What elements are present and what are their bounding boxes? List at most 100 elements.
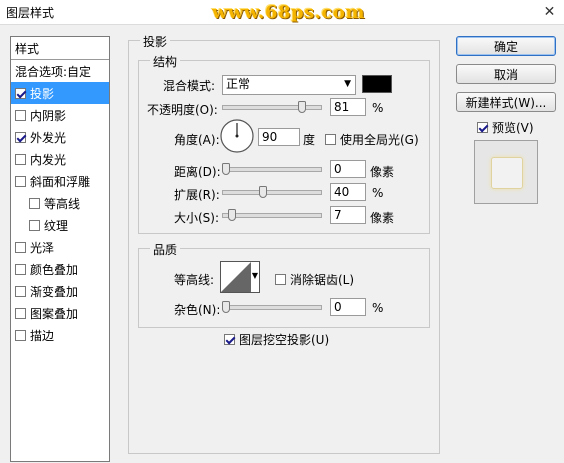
size-slider[interactable] [222,209,322,221]
sidebar-item[interactable]: 外发光 [11,126,109,148]
spread-slider-thumb[interactable] [259,186,267,198]
sidebar-item-label: 混合选项:自定 [15,64,92,79]
distance-label: 距离(D): [174,165,221,179]
sidebar-item-label: 纹理 [44,218,69,233]
sidebar-item-checkbox[interactable] [15,109,26,121]
sidebar-item-checkbox[interactable] [15,241,26,253]
sidebar-item[interactable]: 混合选项:自定 [11,60,109,82]
opacity-input[interactable]: 81 [330,98,366,116]
sidebar-item-checkbox[interactable] [15,175,26,187]
noise-input[interactable]: 0 [330,298,366,316]
style-list-header-label: 样式 [15,41,40,56]
contour-curve-icon [221,262,251,292]
window-title: 图层样式 [6,6,55,20]
sidebar-item-label: 斜面和浮雕 [30,174,91,189]
shadow-color-swatch[interactable] [362,75,392,93]
angle-dial[interactable] [219,118,255,154]
contour-label: 等高线: [174,273,215,287]
sidebar-item-checkbox[interactable] [15,131,26,143]
noise-slider-thumb[interactable] [222,301,230,313]
sidebar-item-label: 渐变叠加 [30,284,79,299]
blend-mode-label: 混合模式: [163,79,216,93]
sidebar-item-checkbox[interactable] [15,307,26,319]
distance-slider-thumb[interactable] [222,163,230,175]
opacity-unit: % [372,101,384,115]
spread-label: 扩展(R): [174,188,220,202]
noise-unit: % [372,301,384,315]
sidebar-item[interactable]: 斜面和浮雕 [11,170,109,192]
angle-input[interactable]: 90 [258,128,300,146]
distance-input[interactable]: 0 [330,160,366,178]
spread-slider[interactable] [222,186,322,198]
cancel-button[interactable]: 取消 [456,64,556,84]
sidebar-item-label: 投影 [30,86,55,101]
preview-checkbox[interactable]: 预览(V) [477,119,534,136]
opacity-slider-thumb[interactable] [298,101,306,113]
global-light-checkbox-box[interactable] [325,134,336,145]
sidebar-item[interactable]: 颜色叠加 [11,258,109,280]
sidebar-item[interactable]: 渐变叠加 [11,280,109,302]
style-list: 样式 混合选项:自定投影内阴影外发光内发光斜面和浮雕等高线纹理光泽颜色叠加渐变叠… [10,36,110,462]
sidebar-item-label: 内发光 [30,152,67,167]
sidebar-item-label: 内阴影 [30,108,67,123]
sidebar-item-label: 外发光 [30,130,67,145]
close-icon[interactable]: ✕ [535,0,564,24]
shadow-section-title: 投影 [140,33,171,50]
preview-checkbox-box[interactable] [477,122,488,133]
antialias-label: 消除锯齿(L) [290,273,355,287]
global-light-checkbox[interactable]: 使用全局光(G) [325,131,419,148]
sidebar-item[interactable]: 投影 [11,82,109,104]
sidebar-item-checkbox[interactable] [29,197,40,209]
antialias-checkbox-box[interactable] [275,274,286,285]
size-slider-thumb[interactable] [228,209,236,221]
size-unit: 像素 [370,211,395,225]
knockout-label: 图层挖空投影(U) [239,333,330,347]
sidebar-item-checkbox[interactable] [15,285,26,297]
sidebar-item-checkbox[interactable] [29,219,40,231]
preview-swatch [491,157,523,189]
knockout-checkbox-box[interactable] [224,334,235,345]
watermark: www.68ps.com [212,2,365,23]
global-light-label: 使用全局光(G) [340,133,419,147]
preview-label: 预览(V) [492,121,534,135]
ok-button[interactable]: 确定 [456,36,556,56]
sidebar-item-checkbox[interactable] [15,87,26,99]
sidebar-item-label: 图案叠加 [30,306,79,321]
new-style-button[interactable]: 新建样式(W)... [456,92,556,112]
sidebar-item-label: 等高线 [44,196,81,211]
spread-input[interactable]: 40 [330,183,366,201]
distance-slider[interactable] [222,163,322,175]
angle-label: 角度(A): [174,133,220,147]
sidebar-item-checkbox[interactable] [15,329,26,341]
distance-unit: 像素 [370,165,395,179]
quality-title: 品质 [150,241,181,258]
blend-mode-value: 正常 [226,77,251,91]
blend-mode-select[interactable]: 正常 ▼ [222,75,356,95]
chevron-down-icon: ▼ [344,79,351,89]
sidebar-item-checkbox[interactable] [15,263,26,275]
sidebar-item[interactable]: 纹理 [11,214,109,236]
sidebar-item[interactable]: 描边 [11,324,109,346]
sidebar-item-label: 光泽 [30,240,55,255]
sidebar-item[interactable]: 内发光 [11,148,109,170]
contour-chevron-down-icon[interactable]: ▼ [252,271,258,280]
size-label: 大小(S): [174,211,220,225]
opacity-slider[interactable] [222,101,322,113]
contour-picker[interactable]: ▼ [220,261,260,293]
sidebar-item[interactable]: 光泽 [11,236,109,258]
noise-slider[interactable] [222,301,322,313]
sidebar-item[interactable]: 等高线 [11,192,109,214]
sidebar-item[interactable]: 图案叠加 [11,302,109,324]
sidebar-item-label: 描边 [30,328,55,343]
sidebar-item[interactable]: 内阴影 [11,104,109,126]
noise-label: 杂色(N): [174,303,221,317]
preview-thumbnail [474,140,538,204]
spread-unit: % [372,186,384,200]
structure-title: 结构 [150,53,181,70]
antialias-checkbox[interactable]: 消除锯齿(L) [275,271,354,288]
knockout-checkbox[interactable]: 图层挖空投影(U) [224,331,329,348]
size-input[interactable]: 7 [330,206,366,224]
sidebar-item-label: 颜色叠加 [30,262,79,277]
style-list-header: 样式 [11,37,109,60]
sidebar-item-checkbox[interactable] [15,153,26,165]
